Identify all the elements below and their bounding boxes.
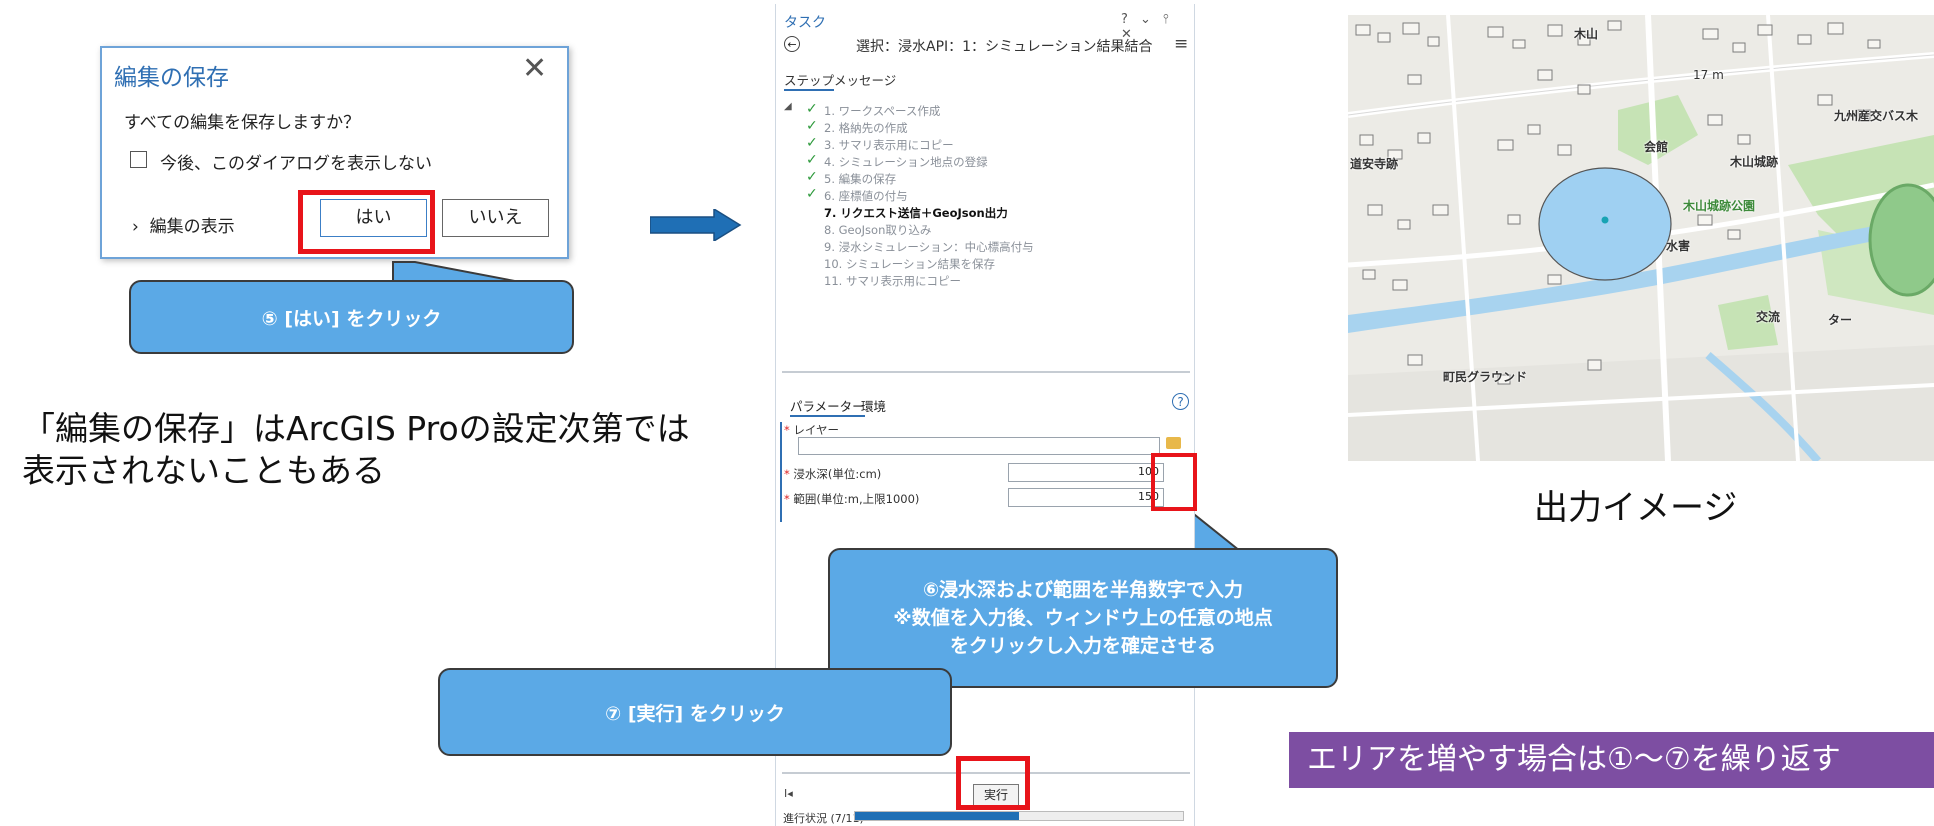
range-input[interactable]: 150 (1008, 488, 1164, 507)
tab-parameters[interactable]: パラメーター (790, 396, 865, 417)
step-item[interactable]: ✓ 2. 格納先の作成 (784, 118, 1174, 136)
step-list: ✓ 1. ワークスペース作成 ✓ 2. 格納先の作成 ✓ 3. サマリ表示用にコピー … (784, 101, 1174, 289)
check-icon: ✓ (806, 152, 818, 168)
step-item[interactable]: 8. GeoJson取り込み (784, 221, 1174, 238)
map-label: 木山城跡 (1730, 155, 1779, 169)
menu-icon[interactable]: ≡ (1174, 34, 1188, 54)
help-icon[interactable]: ? (1172, 393, 1189, 410)
step-item[interactable]: ✓ 6. 座標値の付与 (784, 186, 1174, 204)
map-label: 木山城跡公園 (1683, 199, 1756, 213)
callout-step7-text: ⑦ [実行] をクリック (605, 702, 785, 725)
tab-steps[interactable]: ステップ (784, 70, 835, 91)
step-item[interactable]: ✓ 1. ワークスペース作成 (784, 101, 1174, 119)
tab-messages[interactable]: メッセージ (834, 70, 896, 89)
step-item[interactable]: ✓ 4. シミュレーション地点の登録 (784, 152, 1174, 170)
values-highlight-box (1151, 453, 1197, 511)
previous-step-icon[interactable]: I◂ (784, 787, 793, 800)
check-icon: ✓ (806, 169, 818, 185)
check-icon: ✓ (806, 135, 818, 151)
depth-input[interactable]: 100 (1008, 463, 1164, 482)
step-item[interactable]: 9. 浸水シミュレーション：中心標高付与 (784, 238, 1174, 255)
note-line1: 「編集の保存」はArcGIS Proの設定次第では (22, 409, 690, 448)
note-line2: 表示されないこともある (22, 451, 385, 490)
tab-environments[interactable]: 環境 (861, 396, 886, 415)
output-map: 木山 17 m 九州産交バス木 会館 木山城跡 道安寺跡 木山城跡公園 水害 交… (1348, 15, 1934, 461)
map-label: 会館 (1644, 140, 1669, 154)
step-item[interactable]: 10. シミュレーション結果を保存 (784, 255, 1174, 272)
settings-note: 「編集の保存」はArcGIS Proの設定次第では 表示されないこともある (22, 408, 690, 492)
section-divider (782, 371, 1190, 373)
step-item[interactable]: ✓ 5. 編集の保存 (784, 169, 1174, 187)
param-focus-bar (780, 422, 782, 522)
task-breadcrumb: 選択：浸水API：1：シミュレーション結果結合 (856, 39, 1153, 55)
step-item-current[interactable]: 7. リクエスト送信＋GeoJson出力 (784, 204, 1174, 221)
output-image-caption: 出力イメージ (1534, 488, 1738, 528)
map-canvas (1348, 15, 1934, 461)
map-label: 町民グラウンド (1443, 370, 1528, 384)
callout-step6: ⑥浸水深および範囲を半角数字で入力 ※数値を入力後、ウィンドウ上の任意の地点 を… (828, 548, 1338, 688)
check-icon: ✓ (806, 101, 818, 117)
repeat-instructions-banner: エリアを増やす場合は①～⑦を繰り返す (1289, 732, 1934, 788)
map-label: 17 m (1693, 68, 1724, 82)
layer-label: * レイヤー (784, 423, 840, 437)
callout-step5: ⑤ [はい] をクリック (129, 280, 574, 354)
map-label: 九州産交バス木 (1834, 109, 1919, 123)
map-label: 水害 (1666, 239, 1691, 253)
map-label: ター (1828, 313, 1853, 327)
callout-step6-line2: ※数値を入力後、ウィンドウ上の任意の地点 (893, 607, 1273, 629)
range-label: * 範囲(単位:m,上限1000) (784, 492, 920, 506)
right-arrow-icon (650, 209, 742, 241)
back-arrow-icon[interactable]: ← (784, 36, 800, 52)
pane-header-title: タスク (784, 15, 826, 31)
progress-bar (854, 811, 1184, 821)
callout-step6-line1: ⑥浸水深および範囲を半角数字で入力 (922, 579, 1244, 601)
map-label: 交流 (1756, 310, 1781, 324)
run-highlight-box (956, 756, 1030, 810)
map-label: 道安寺跡 (1350, 157, 1399, 171)
check-icon: ✓ (806, 118, 818, 134)
callout-step6-line3: をクリックし入力を確定させる (949, 635, 1216, 657)
step-item[interactable]: ✓ 3. サマリ表示用にコピー (784, 135, 1174, 153)
map-label: 木山 (1574, 27, 1599, 41)
step-item[interactable]: 11. サマリ表示用にコピー (784, 272, 1174, 289)
check-icon: ✓ (806, 186, 818, 202)
progress-label: 進行状況 (7/11) (783, 812, 864, 825)
callout-step7: ⑦ [実行] をクリック (438, 668, 952, 756)
progress-bar-fill (855, 812, 1019, 820)
folder-icon[interactable] (1166, 437, 1181, 449)
callout-step5-text: ⑤ [はい] をクリック (261, 307, 442, 330)
layer-input[interactable] (798, 437, 1160, 455)
depth-label: * 浸水深(単位:cm) (784, 467, 882, 481)
